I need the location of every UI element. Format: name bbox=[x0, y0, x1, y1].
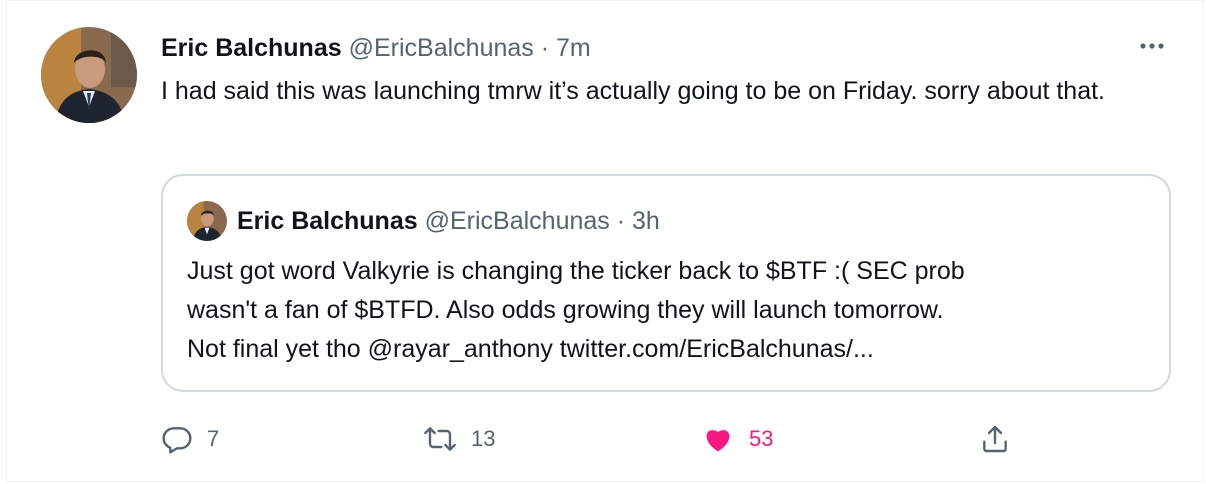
quoted-text-line: Just got word Valkyrie is changing the t… bbox=[187, 257, 965, 285]
quoted-text-line: Not final yet tho @rayar_anthony twitter… bbox=[187, 335, 874, 363]
quoted-text: Just got word Valkyrie is changing the t… bbox=[187, 252, 1157, 369]
quoted-avatar-photo bbox=[187, 201, 227, 241]
quoted-header: Eric Balchunas @EricBalchunas · 3h bbox=[237, 205, 660, 237]
quoted-separator: · bbox=[616, 207, 626, 235]
retweet-count: 13 bbox=[471, 426, 496, 451]
quoted-author-handle: @EricBalchunas bbox=[424, 207, 610, 235]
tweet-header: Eric Balchunas @EricBalchunas · 7m bbox=[161, 33, 591, 63]
tweet-card[interactable]: Eric Balchunas @EricBalchunas · 7m I had… bbox=[6, 0, 1204, 482]
tweet-text: I had said this was launching tmrw it’s … bbox=[161, 77, 1106, 105]
reply-icon bbox=[162, 427, 192, 454]
separator: · bbox=[540, 34, 550, 62]
quoted-text-line: wasn't a fan of $BTFD. Also odds growing… bbox=[187, 296, 944, 324]
timestamp[interactable]: 7m bbox=[556, 34, 591, 62]
reply-count: 7 bbox=[207, 426, 220, 451]
more-options-button[interactable] bbox=[1135, 31, 1169, 61]
author-name[interactable]: Eric Balchunas bbox=[161, 34, 342, 62]
retweet-button[interactable]: 13 bbox=[423, 419, 495, 459]
like-count: 53 bbox=[749, 426, 774, 451]
like-button[interactable]: 53 bbox=[701, 419, 773, 459]
quoted-timestamp: 3h bbox=[632, 207, 660, 235]
reply-button[interactable]: 7 bbox=[161, 419, 219, 459]
avatar[interactable] bbox=[41, 27, 137, 123]
avatar-photo bbox=[41, 27, 137, 123]
share-button[interactable] bbox=[979, 419, 1011, 459]
quoted-author-name: Eric Balchunas bbox=[237, 207, 418, 235]
heart-icon bbox=[706, 430, 730, 452]
share-icon bbox=[983, 425, 1007, 453]
action-bar: 7 13 53 bbox=[161, 419, 1061, 459]
retweet-icon bbox=[424, 427, 456, 451]
quoted-avatar bbox=[187, 201, 227, 241]
author-handle[interactable]: @EricBalchunas bbox=[349, 34, 534, 62]
quoted-tweet[interactable]: Eric Balchunas @EricBalchunas · 3h Just … bbox=[161, 174, 1171, 392]
more-horizontal-icon bbox=[1140, 43, 1164, 49]
